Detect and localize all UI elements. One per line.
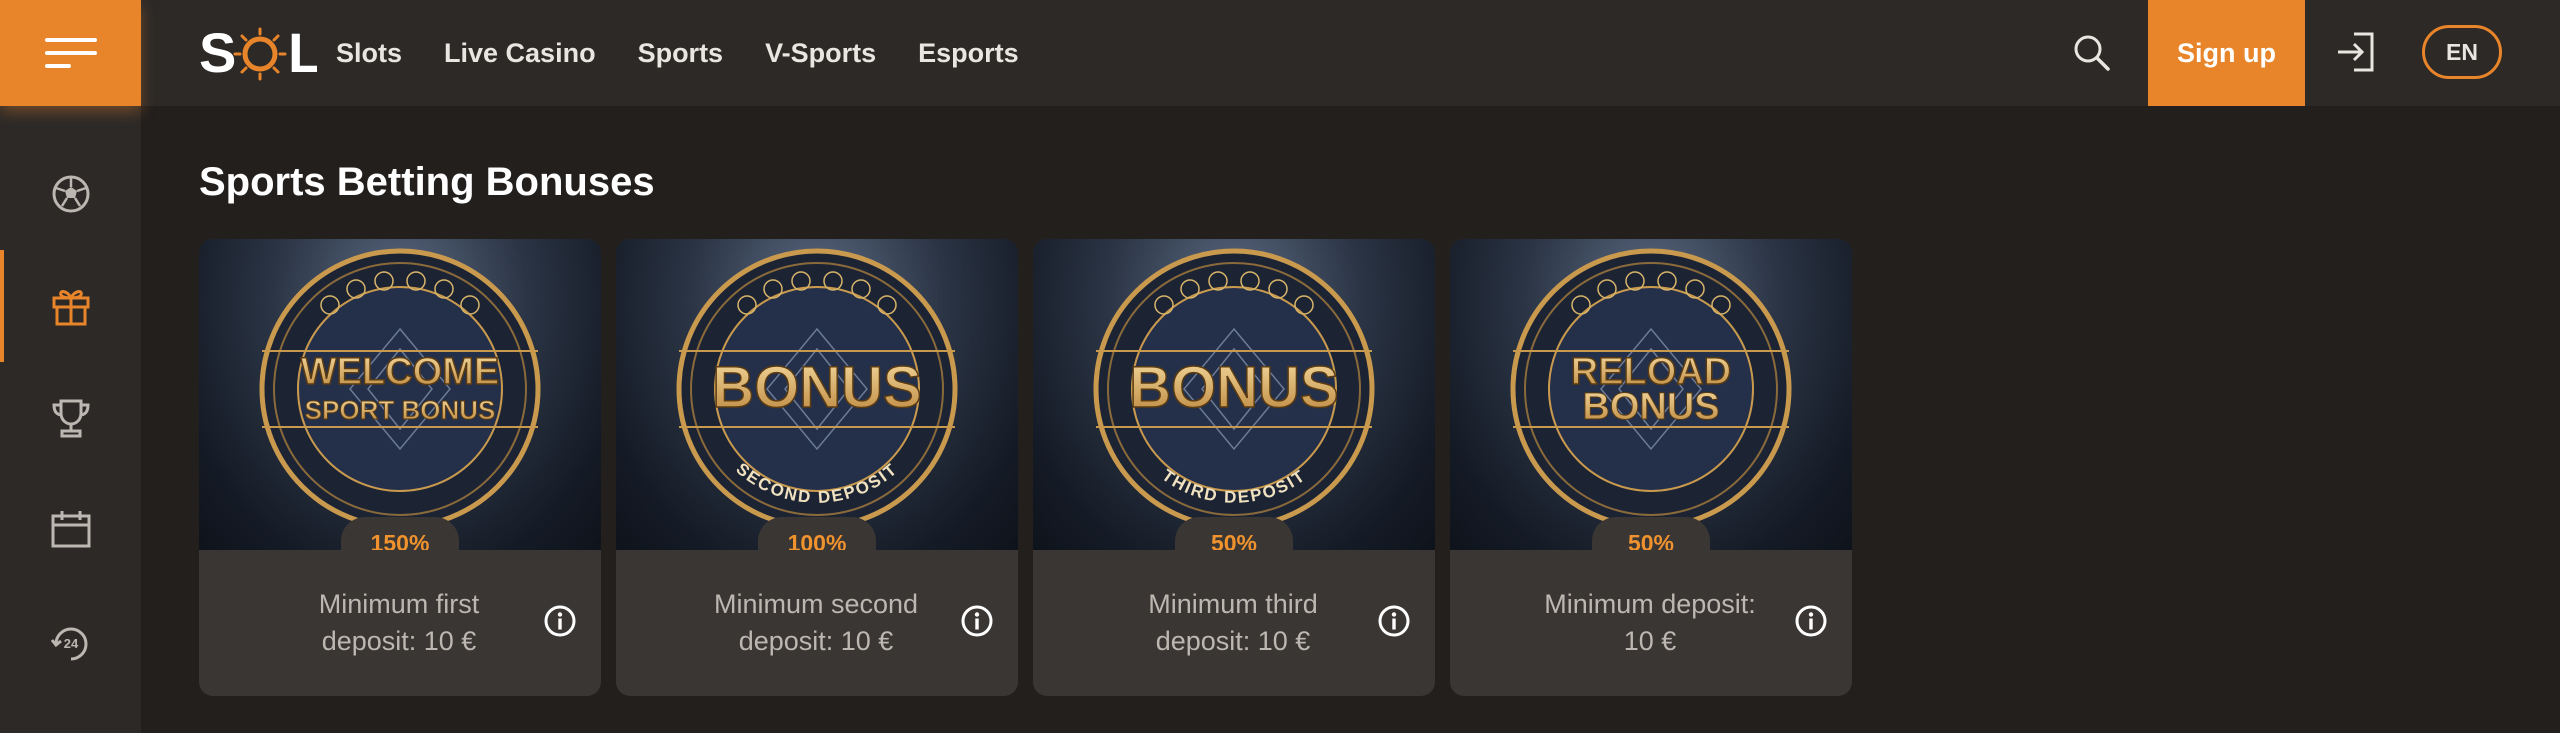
menu-button[interactable]	[0, 0, 141, 106]
sidebar-item-tournaments[interactable]	[0, 362, 141, 474]
sidebar-item-sports[interactable]	[0, 138, 141, 250]
bonus-card[interactable]: BONUS THIRD DEPOSIT 50% Minimum third de…	[1033, 239, 1435, 696]
sidebar-item-bonuses[interactable]	[0, 250, 141, 362]
sidebar-item-calendar[interactable]	[0, 474, 141, 586]
signup-button[interactable]: Sign up	[2148, 0, 2305, 106]
gift-icon	[52, 290, 89, 326]
bonus-medal: BONUS SECOND DEPOSIT	[676, 248, 958, 530]
bonus-card[interactable]: WELCOME SPORT BONUS 150% Minimum first d…	[199, 239, 601, 696]
bonus-percent-badge: 100%	[758, 517, 876, 550]
bonus-card-body: Minimum first deposit: 10 €	[199, 550, 601, 696]
nav-slots[interactable]: Slots	[336, 38, 402, 69]
bonus-medal: RELOAD BONUS	[1510, 248, 1792, 530]
hamburger-icon	[44, 38, 97, 68]
info-icon[interactable]	[1377, 604, 1411, 638]
bonus-card[interactable]: RELOAD BONUS 50% Minimum deposit: 10 €	[1450, 239, 1852, 696]
sidebar-item-support[interactable]: 24	[0, 586, 141, 698]
bonus-description: Minimum deposit: 10 €	[1544, 589, 1756, 656]
nav-sports[interactable]: Sports	[638, 38, 724, 69]
nav-v-sports[interactable]: V-Sports	[765, 38, 876, 69]
nav-esports[interactable]: Esports	[918, 38, 1019, 69]
bonus-image: BONUS SECOND DEPOSIT 100%	[616, 239, 1018, 550]
trophy-icon	[51, 399, 90, 438]
soccer-ball-icon	[52, 175, 89, 213]
sol-logo[interactable]: S L	[199, 22, 317, 82]
bonus-medal: BONUS THIRD DEPOSIT	[1093, 248, 1375, 530]
login-icon[interactable]	[2334, 30, 2378, 74]
bonus-image: WELCOME SPORT BONUS 150%	[199, 239, 601, 550]
search-icon[interactable]	[2072, 33, 2112, 73]
svg-text:S: S	[199, 22, 236, 82]
info-icon[interactable]	[1794, 604, 1828, 638]
bonus-percent-badge: 50%	[1175, 517, 1293, 550]
bonus-percent-badge: 50%	[1592, 517, 1710, 550]
top-bar: S L Slots Live Casino Sports V-Sports Es…	[0, 0, 2560, 106]
language-selector[interactable]: EN	[2422, 25, 2502, 79]
bonus-line2: BONUS	[1582, 386, 1719, 428]
bonus-card-body: Minimum second deposit: 10 €	[616, 550, 1018, 696]
nav-live-casino[interactable]: Live Casino	[444, 38, 596, 69]
info-icon[interactable]	[960, 604, 994, 638]
bonus-medal: WELCOME SPORT BONUS	[259, 248, 541, 530]
page-title: Sports Betting Bonuses	[199, 160, 655, 204]
bonus-percent-badge: 150%	[341, 517, 459, 550]
bonus-line1: BONUS	[1129, 355, 1338, 420]
bonus-image: RELOAD BONUS 50%	[1450, 239, 1852, 550]
info-icon[interactable]	[543, 604, 577, 638]
bonus-line1: BONUS	[712, 355, 921, 420]
bonus-line2: SPORT BONUS	[305, 395, 496, 425]
bonus-image: BONUS THIRD DEPOSIT 50%	[1033, 239, 1435, 550]
main-nav: Slots Live Casino Sports V-Sports Esport…	[336, 0, 1019, 106]
bonus-card-body: Minimum deposit: 10 €	[1450, 550, 1852, 696]
bonus-description: Minimum first deposit: 10 €	[318, 589, 480, 656]
bonus-card-body: Minimum third deposit: 10 €	[1033, 550, 1435, 696]
sidebar: 24	[0, 106, 141, 733]
bonus-description: Minimum second deposit: 10 €	[713, 589, 919, 656]
calendar-icon	[51, 511, 90, 548]
bonus-card[interactable]: BONUS SECOND DEPOSIT 100% Minimum second…	[616, 239, 1018, 696]
bonus-line1: WELCOME	[301, 351, 499, 393]
bonus-description: Minimum third deposit: 10 €	[1148, 589, 1318, 656]
svg-text:24: 24	[63, 636, 78, 651]
svg-text:L: L	[288, 22, 317, 82]
support-24-icon: 24	[50, 627, 87, 661]
